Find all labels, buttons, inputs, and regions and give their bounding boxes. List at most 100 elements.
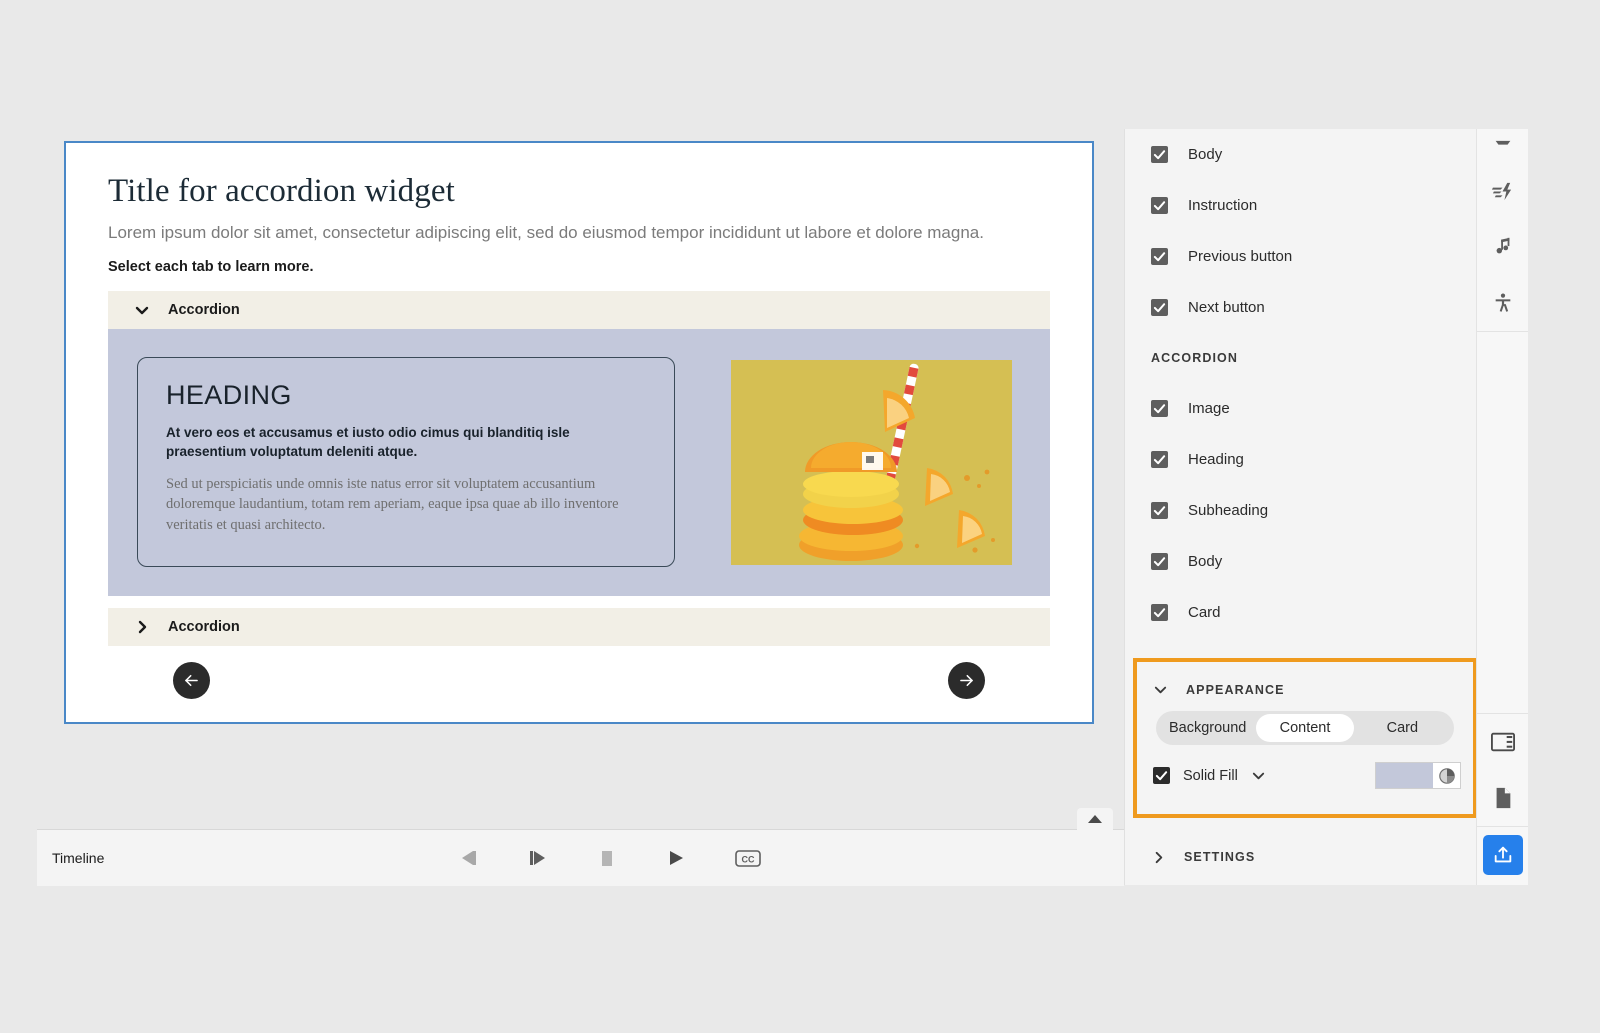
appearance-header[interactable]: APPEARANCE xyxy=(1137,662,1473,697)
appearance-section: APPEARANCE Background Content Card Solid… xyxy=(1133,658,1477,818)
step-back-button[interactable] xyxy=(457,845,479,871)
list-item-label: Next button xyxy=(1188,299,1265,316)
slide-stage: Title for accordion widget Lorem ipsum d… xyxy=(37,129,1124,829)
list-item[interactable]: Card xyxy=(1125,587,1477,638)
step-backward-icon xyxy=(462,851,476,865)
solid-fill-row: Solid Fill xyxy=(1137,762,1473,789)
slide-title[interactable]: Title for accordion widget xyxy=(108,173,1050,210)
timeline-collapse-button[interactable] xyxy=(1077,808,1113,830)
arrow-left-icon xyxy=(185,674,198,686)
list-item[interactable]: Next button xyxy=(1125,282,1477,333)
citrus-photo[interactable] xyxy=(731,359,1012,565)
segment-card[interactable]: Card xyxy=(1354,714,1451,742)
closed-captions-icon: CC xyxy=(735,849,761,867)
timeline-label: Timeline xyxy=(52,850,105,866)
timeline-controls: CC xyxy=(457,830,761,886)
check-icon xyxy=(1153,608,1166,618)
image-placeholder-marker xyxy=(862,451,883,470)
document-button[interactable] xyxy=(1477,770,1528,826)
list-item[interactable]: Image xyxy=(1125,383,1477,434)
settings-caption: SETTINGS xyxy=(1184,850,1256,864)
card-subheading[interactable]: At vero eos et accusamus et iusto odio c… xyxy=(166,424,586,460)
rail-divider xyxy=(1477,826,1528,827)
properties-panel: Body Instruction Previous button Next bu… xyxy=(1124,129,1477,885)
captions-button[interactable]: CC xyxy=(735,845,761,871)
checkbox-checked[interactable] xyxy=(1151,502,1168,519)
layout-panel-icon xyxy=(1490,732,1515,752)
list-item[interactable]: Instruction xyxy=(1125,180,1477,231)
arrow-right-icon xyxy=(960,674,973,686)
list-item[interactable]: Subheading xyxy=(1125,485,1477,536)
chevron-right-icon xyxy=(134,619,150,635)
step-forward-button[interactable] xyxy=(527,845,549,871)
solid-fill-label: Solid Fill xyxy=(1183,767,1238,784)
check-icon xyxy=(1153,150,1166,160)
check-icon xyxy=(1153,201,1166,211)
checkbox-checked[interactable] xyxy=(1151,146,1168,163)
check-icon xyxy=(1153,303,1166,313)
right-icon-rail xyxy=(1476,129,1528,885)
card-body-text[interactable]: Sed ut perspiciatis unde omnis iste natu… xyxy=(166,474,646,536)
motion-effects-button[interactable] xyxy=(1477,163,1528,219)
states-icon-button[interactable] xyxy=(1477,129,1528,163)
checkbox-checked[interactable] xyxy=(1151,248,1168,265)
checkbox-checked[interactable] xyxy=(1151,400,1168,417)
checkbox-checked[interactable] xyxy=(1151,604,1168,621)
list-item[interactable]: Heading xyxy=(1125,434,1477,485)
segment-content[interactable]: Content xyxy=(1256,714,1354,742)
svg-text:CC: CC xyxy=(742,854,755,864)
segment-background[interactable]: Background xyxy=(1159,714,1256,742)
rail-divider xyxy=(1477,331,1528,332)
audio-button[interactable] xyxy=(1477,219,1528,275)
settings-section-header[interactable]: SETTINGS xyxy=(1125,829,1477,885)
accordion-group-caption: ACCORDION xyxy=(1151,351,1238,365)
list-item[interactable]: Body xyxy=(1125,129,1477,180)
list-item[interactable]: Previous button xyxy=(1125,231,1477,282)
previous-button[interactable] xyxy=(173,661,210,699)
appearance-segmented-control: Background Content Card xyxy=(1156,711,1454,745)
accordion-header-1[interactable]: Accordion xyxy=(108,290,1050,329)
step-forward-icon xyxy=(530,851,545,865)
accordion-items-list: Image Heading Subheading Body Card xyxy=(1125,383,1477,638)
checkbox-checked[interactable] xyxy=(1151,197,1168,214)
checkbox-checked[interactable] xyxy=(1151,451,1168,468)
publish-button[interactable] xyxy=(1482,835,1523,875)
accordion-label-1: Accordion xyxy=(168,301,240,318)
checkbox-checked[interactable] xyxy=(1151,553,1168,570)
accordion-header-2[interactable]: Accordion xyxy=(108,607,1050,646)
top-items-list: Body Instruction Previous button Next bu… xyxy=(1125,129,1477,333)
slide-canvas[interactable]: Title for accordion widget Lorem ipsum d… xyxy=(64,141,1094,724)
properties-panel-button[interactable] xyxy=(1477,714,1528,770)
list-item-label: Body xyxy=(1188,146,1223,163)
check-icon xyxy=(1153,404,1166,414)
stop-button[interactable] xyxy=(597,845,617,871)
checkbox-checked[interactable] xyxy=(1151,299,1168,316)
check-icon xyxy=(1153,557,1166,567)
slide-instruction[interactable]: Select each tab to learn more. xyxy=(108,259,1050,275)
list-item-label: Instruction xyxy=(1188,197,1258,214)
publish-upload-icon xyxy=(1494,846,1511,863)
solid-fill-checkbox[interactable] xyxy=(1153,767,1170,784)
states-icon xyxy=(1495,140,1510,145)
opacity-pie-icon[interactable] xyxy=(1433,767,1460,785)
list-item-label: Card xyxy=(1188,604,1221,621)
list-item[interactable]: Body xyxy=(1125,536,1477,587)
play-button[interactable] xyxy=(665,845,687,871)
authoring-app-window: Title for accordion widget Lorem ipsum d… xyxy=(37,129,1528,886)
list-item-label: Heading xyxy=(1188,451,1244,468)
accordion-panel-1: HEADING At vero eos et accusamus et iust… xyxy=(108,328,1050,596)
accessibility-icon xyxy=(1495,293,1510,312)
card-heading[interactable]: HEADING xyxy=(166,380,648,411)
slide-subtitle[interactable]: Lorem ipsum dolor sit amet, consectetur … xyxy=(108,222,1050,245)
chevron-down-icon[interactable] xyxy=(1251,768,1266,783)
chevron-down-icon xyxy=(134,302,150,318)
color-swatch[interactable] xyxy=(1376,763,1434,788)
content-card[interactable]: HEADING At vero eos et accusamus et iust… xyxy=(137,357,675,568)
check-icon xyxy=(1153,455,1166,465)
accessibility-button[interactable] xyxy=(1477,275,1528,331)
list-item-label: Previous button xyxy=(1188,248,1293,265)
next-button[interactable] xyxy=(948,661,985,699)
stop-icon xyxy=(602,851,612,866)
fill-color-control[interactable] xyxy=(1375,762,1461,789)
rail-bottom-group xyxy=(1477,713,1528,885)
